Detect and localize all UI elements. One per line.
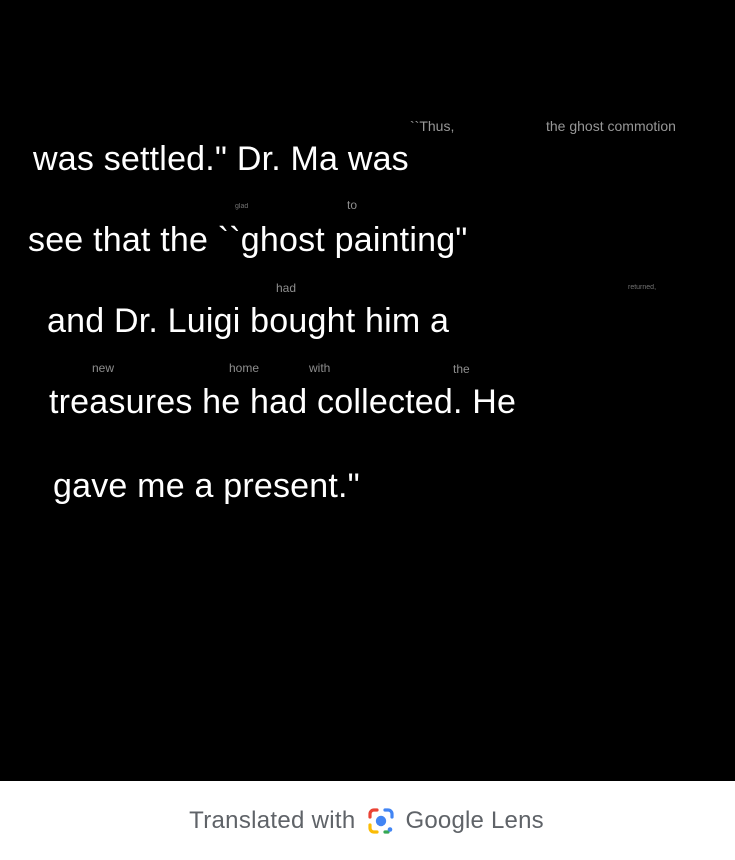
overlay-word: had (276, 281, 297, 295)
translated-line: see that the ``ghost painting" (28, 221, 468, 259)
translated-image-canvas: ``Thus, the ghost commotion glad to had … (0, 0, 735, 781)
translated-line: was settled." Dr. Ma was (33, 140, 409, 178)
overlay-word: ``Thus, (410, 118, 455, 134)
translation-footer: Translated with Google Lens (0, 781, 735, 860)
translated-line: gave me a present." (53, 467, 360, 505)
overlay-word: home (229, 361, 260, 375)
overlay-word: new (92, 361, 115, 375)
overlay-word: the ghost commotion (546, 118, 676, 134)
overlay-word: to (347, 198, 358, 212)
overlay-word: glad (235, 203, 249, 210)
google-lens-icon (366, 806, 396, 836)
google-lens-brand: Google Lens (405, 806, 544, 834)
translated-line: treasures he had collected. He (49, 383, 517, 421)
translated-image-page: ``Thus, the ghost commotion glad to had … (0, 0, 735, 860)
translated-with-label: Translated with (189, 806, 356, 834)
overlay-word: with (309, 361, 331, 375)
attribution: Translated with Google Lens (189, 806, 544, 836)
overlay-word: the (453, 362, 470, 376)
translated-line: and Dr. Luigi bought him a (47, 302, 450, 340)
overlay-word: returned, (628, 284, 657, 291)
